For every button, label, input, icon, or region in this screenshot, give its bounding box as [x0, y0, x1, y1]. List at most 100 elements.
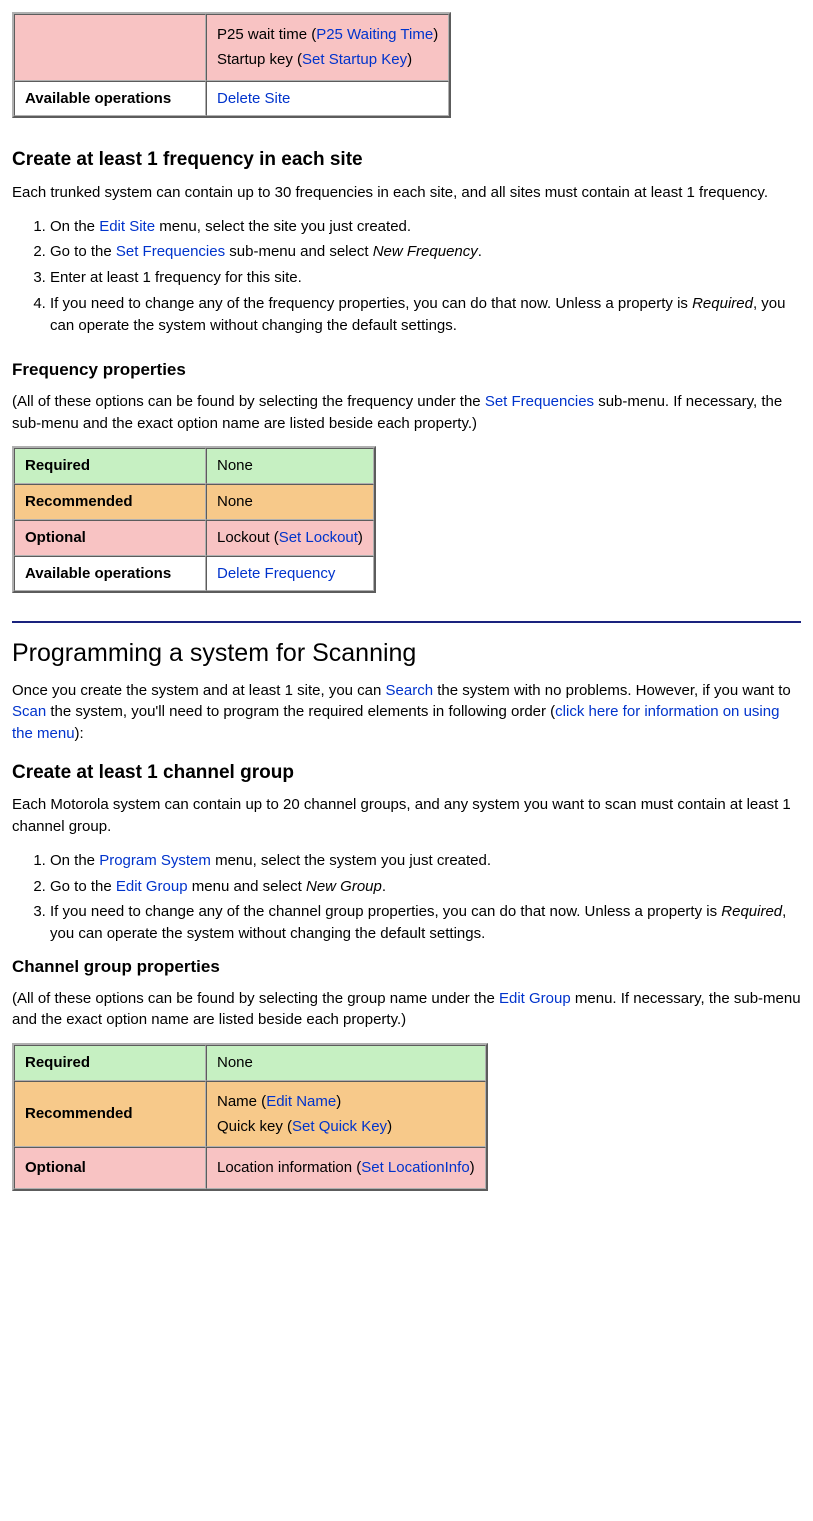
close-paren: ) [407, 51, 412, 68]
property-line: Location information (Set LocationInfo) [217, 1157, 475, 1179]
edit-group-link[interactable]: Edit Group [116, 878, 188, 895]
edit-site-link[interactable]: Edit Site [99, 218, 155, 235]
close-paren: ) [470, 1159, 475, 1176]
table-row: Optional Lockout (Set Lockout) [14, 520, 374, 556]
text: (All of these options can be found by se… [12, 393, 485, 410]
create-channel-group-intro: Each Motorola system can contain up to 2… [12, 794, 801, 838]
p25-waiting-time-link[interactable]: P25 Waiting Time [316, 26, 433, 43]
table-row: Available operations Delete Frequency [14, 556, 374, 592]
close-paren: ) [336, 1093, 341, 1110]
create-frequency-steps: On the Edit Site menu, select the site y… [12, 216, 801, 337]
text: ): [75, 725, 84, 742]
edit-name-link[interactable]: Edit Name [266, 1093, 336, 1110]
close-paren: ) [358, 529, 363, 546]
text: Go to the [50, 878, 116, 895]
text: Go to the [50, 243, 116, 260]
required-cell: None [206, 448, 374, 484]
emphasis: Required [692, 295, 753, 312]
prefix-text: P25 wait time ( [217, 26, 316, 43]
required-label: Required [14, 448, 206, 484]
text: (All of these options can be found by se… [12, 990, 499, 1007]
channel-group-properties-heading: Channel group properties [12, 955, 801, 980]
text: menu, select the system you just created… [211, 852, 491, 869]
empty-label-cell [14, 14, 206, 81]
available-operations-label: Available operations [14, 81, 206, 117]
required-cell: None [206, 1045, 486, 1081]
text: If you need to change any of the frequen… [50, 295, 692, 312]
programming-scanning-heading: Programming a system for Scanning [12, 635, 801, 671]
create-frequency-intro: Each trunked system can contain up to 30… [12, 182, 801, 204]
available-operations-cell: Delete Frequency [206, 556, 374, 592]
text: . [382, 878, 386, 895]
prefix-text: Quick key ( [217, 1118, 292, 1135]
table-row: Required None [14, 448, 374, 484]
text: On the [50, 218, 99, 235]
edit-group-link[interactable]: Edit Group [499, 990, 571, 1007]
create-frequency-heading: Create at least 1 frequency in each site [12, 146, 801, 174]
program-system-link[interactable]: Program System [99, 852, 211, 869]
search-link[interactable]: Search [386, 682, 434, 699]
set-frequencies-link[interactable]: Set Frequencies [116, 243, 225, 260]
available-operations-cell: Delete Site [206, 81, 449, 117]
text: sub-menu and select [225, 243, 373, 260]
optional-cell: Lockout (Set Lockout) [206, 520, 374, 556]
required-label: Required [14, 1045, 206, 1081]
frequency-properties-note: (All of these options can be found by se… [12, 391, 801, 435]
optional-cell: P25 wait time (P25 Waiting Time) Startup… [206, 14, 449, 81]
list-item: On the Edit Site menu, select the site y… [50, 216, 801, 238]
delete-frequency-link[interactable]: Delete Frequency [217, 565, 335, 582]
table-row: Recommended None [14, 484, 374, 520]
create-channel-group-heading: Create at least 1 channel group [12, 759, 801, 787]
property-line: P25 wait time (P25 Waiting Time) [217, 24, 438, 46]
prefix-text: Startup key ( [217, 51, 302, 68]
list-item: On the Program System menu, select the s… [50, 850, 801, 872]
list-item: If you need to change any of the channel… [50, 901, 801, 945]
prefix-text: Name ( [217, 1093, 266, 1110]
set-locationinfo-link[interactable]: Set LocationInfo [361, 1159, 469, 1176]
table-row: Available operations Delete Site [14, 81, 449, 117]
recommended-cell: None [206, 484, 374, 520]
optional-cell: Location information (Set LocationInfo) [206, 1147, 486, 1189]
text: menu, select the site you just created. [155, 218, 411, 235]
recommended-label: Recommended [14, 484, 206, 520]
site-properties-table-fragment: P25 wait time (P25 Waiting Time) Startup… [12, 12, 451, 118]
prefix-text: Lockout ( [217, 529, 279, 546]
emphasis: Required [721, 903, 782, 920]
set-frequencies-link[interactable]: Set Frequencies [485, 393, 594, 410]
frequency-properties-heading: Frequency properties [12, 358, 801, 383]
property-line: Startup key (Set Startup Key) [217, 49, 438, 71]
prefix-text: Location information ( [217, 1159, 361, 1176]
programming-scanning-intro: Once you create the system and at least … [12, 680, 801, 745]
property-line: Quick key (Set Quick Key) [217, 1116, 475, 1138]
set-quick-key-link[interactable]: Set Quick Key [292, 1118, 387, 1135]
list-item: If you need to change any of the frequen… [50, 293, 801, 337]
text: the system, you'll need to program the r… [46, 703, 555, 720]
table-row: P25 wait time (P25 Waiting Time) Startup… [14, 14, 449, 81]
text: the system with no problems. However, if… [433, 682, 791, 699]
optional-label: Optional [14, 1147, 206, 1189]
emphasis: New Group [306, 878, 382, 895]
close-paren: ) [387, 1118, 392, 1135]
delete-site-link[interactable]: Delete Site [217, 90, 290, 107]
frequency-properties-table: Required None Recommended None Optional … [12, 446, 376, 593]
emphasis: New Frequency [373, 243, 478, 260]
create-channel-group-steps: On the Program System menu, select the s… [12, 850, 801, 945]
close-paren: ) [433, 26, 438, 43]
text: menu and select [188, 878, 306, 895]
table-row: Required None [14, 1045, 486, 1081]
text: Once you create the system and at least … [12, 682, 386, 699]
available-operations-label: Available operations [14, 556, 206, 592]
channel-group-properties-table: Required None Recommended Name (Edit Nam… [12, 1043, 488, 1191]
optional-label: Optional [14, 520, 206, 556]
set-startup-key-link[interactable]: Set Startup Key [302, 51, 407, 68]
section-divider [12, 621, 801, 623]
table-row: Recommended Name (Edit Name) Quick key (… [14, 1081, 486, 1148]
recommended-label: Recommended [14, 1081, 206, 1148]
text: . [478, 243, 482, 260]
scan-link[interactable]: Scan [12, 703, 46, 720]
property-line: Name (Edit Name) [217, 1091, 475, 1113]
set-lockout-link[interactable]: Set Lockout [279, 529, 358, 546]
text: On the [50, 852, 99, 869]
list-item: Enter at least 1 frequency for this site… [50, 267, 801, 289]
text: If you need to change any of the channel… [50, 903, 721, 920]
